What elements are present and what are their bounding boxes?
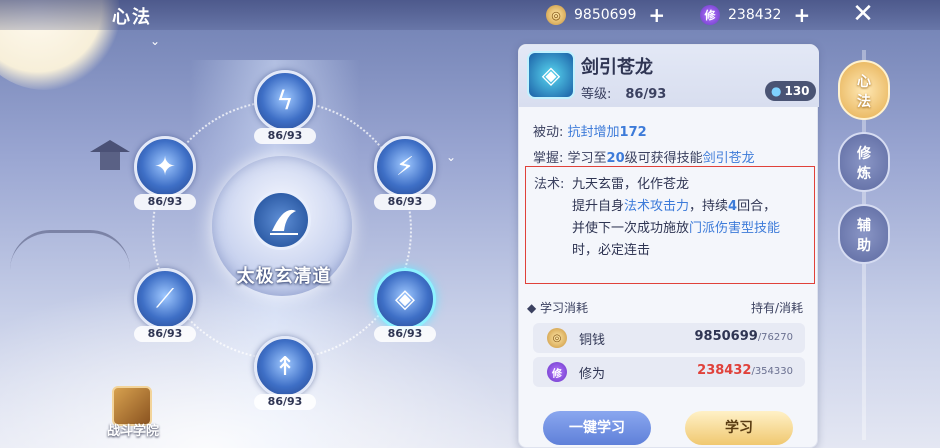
passive-text: 抗封增加 <box>567 125 620 140</box>
skill-name: 剑引苍龙 <box>581 57 653 78</box>
learning-cost-label: 学习消耗 <box>540 301 589 315</box>
have-cost-header: 持有/消耗 <box>750 301 803 315</box>
copper-amount: 9850699/76270 <box>694 329 793 344</box>
spell-text: ，持续 <box>689 199 729 214</box>
skill-node-bottom[interactable]: ↟ <box>254 336 316 398</box>
master-skill-link[interactable]: 剑引苍龙 <box>703 151 755 166</box>
bird-icon: ⌄ <box>150 34 161 48</box>
spell-text: 回合， <box>737 199 777 214</box>
cultivation-value: 238432 <box>728 7 782 23</box>
lightning-pillar-icon: ⚡ <box>395 152 415 182</box>
cultivation-need: /354330 <box>751 366 793 377</box>
spell-duration: 4 <box>728 199 738 214</box>
skill-cost-value: 130 <box>784 84 810 98</box>
slash-icon: ⟋ <box>155 283 175 314</box>
school-emblem-icon <box>251 190 311 250</box>
skill-node-upper-left[interactable]: ✦ <box>134 136 196 198</box>
cultivation-icon: 修 <box>700 5 720 25</box>
copper-coin-icon: ◎ <box>546 5 566 25</box>
cultivation-cost-row: 修 修为 238432/354330 <box>533 357 805 387</box>
tab-xiulian[interactable]: 修炼 <box>838 132 890 192</box>
spell-text: 提升自身 <box>572 199 625 214</box>
tab-label: 心法 <box>857 74 871 110</box>
cultivation-icon: 修 <box>547 362 567 382</box>
add-cultivation-button[interactable]: + <box>793 5 810 25</box>
sword-strike-icon: ↟ <box>274 352 296 382</box>
copper-value: 9850699 <box>574 7 637 23</box>
copper-cost-row: ◎ 铜钱 9850699/76270 <box>533 323 805 353</box>
skill-node-level: 86/93 <box>134 194 196 210</box>
skill-detail-panel: ◈ 剑引苍龙 等级: 86/93 ● 130 被动: 抗封增加172 掌握: 学习至… <box>518 44 819 448</box>
top-bar: 心法 ◎ 9850699 + 修 238432 + ✕ <box>0 0 940 30</box>
skill-node-lower-left[interactable]: ⟋ <box>134 268 196 330</box>
skill-node-level: 86/93 <box>374 194 436 210</box>
spell-label: 法术: <box>534 177 565 192</box>
school-name: 太极玄清道 <box>236 266 332 287</box>
copper-label: 铜钱 <box>579 333 606 348</box>
learning-cost-title: ◆ 学习消耗 <box>527 301 589 315</box>
skill-node-level: 86/93 <box>374 326 436 342</box>
spell-description-box: 法术: 九天玄雷，化作苍龙 提升自身法术攻击力，持续4回合， 并使下一次成功施放… <box>525 166 815 284</box>
cultivation-amount: 238432/354330 <box>697 363 793 378</box>
cultivation-have: 238432 <box>697 363 752 378</box>
passive-value: 172 <box>619 125 647 140</box>
passive-row: 被动: 抗封增加172 <box>533 121 647 140</box>
spell-line-2: 提升自身法术攻击力，持续4回合， <box>572 195 776 214</box>
skill-node-level: 86/93 <box>134 326 196 342</box>
learn-button[interactable]: 学习 <box>685 411 793 445</box>
spell-line-4: 时，必定连击 <box>572 243 651 258</box>
quick-learn-button[interactable]: 一键学习 <box>543 411 651 445</box>
master-text-1: 学习至 <box>567 151 607 166</box>
cultivation-display: 修 238432 + <box>700 4 810 26</box>
cultivation-label: 修为 <box>579 367 606 382</box>
dragon-sword-icon: ◈ <box>395 284 415 314</box>
close-button[interactable]: ✕ <box>846 0 880 29</box>
skill-header: ◈ 剑引苍龙 等级: 86/93 ● 130 <box>519 45 819 107</box>
passive-label: 被动: <box>533 125 564 140</box>
bird-icon: ⌄ <box>446 150 457 164</box>
skill-icon: ◈ <box>527 51 575 99</box>
master-row: 掌握: 学习至20级可获得技能剑引苍龙 <box>533 147 755 166</box>
skill-node-level: 86/93 <box>254 394 316 410</box>
bridge-decoration <box>10 230 130 270</box>
tab-label: 辅助 <box>857 218 871 254</box>
skill-grade: 等级: 86/93 <box>581 83 666 102</box>
copper-display: ◎ 9850699 + <box>546 4 665 26</box>
battle-academy-button[interactable]: 战斗学院 <box>98 386 168 446</box>
master-text-2: 级可获得技能 <box>624 151 703 166</box>
skill-node-upper-right[interactable]: ⚡ <box>374 136 436 198</box>
copper-have: 9850699 <box>694 329 758 344</box>
tab-fuzhu[interactable]: 辅助 <box>838 204 890 264</box>
spell-text: 并使下一次成功施放 <box>572 221 690 236</box>
lightning-icon: ϟ <box>276 86 294 116</box>
skill-node-lower-right-selected[interactable]: ◈ <box>374 268 436 330</box>
add-copper-button[interactable]: + <box>648 5 665 25</box>
battle-academy-label: 战斗学院 <box>106 424 159 439</box>
spell-line-3: 并使下一次成功施放门派伤害型技能 <box>572 217 780 236</box>
tab-label: 修炼 <box>857 146 871 182</box>
spell-highlight: 法术攻击力 <box>624 199 690 214</box>
tab-xinfa[interactable]: 心法 <box>838 60 890 120</box>
grade-value: 86/93 <box>625 87 667 102</box>
page-title: 心法 <box>112 7 152 28</box>
master-label: 掌握: <box>533 151 564 166</box>
master-level: 20 <box>606 151 625 166</box>
copper-coin-icon: ◎ <box>547 328 567 348</box>
copper-need: /76270 <box>757 332 793 343</box>
close-icon: ✕ <box>852 0 874 29</box>
constellation-icon: ✦ <box>154 152 176 182</box>
skill-node-level: 86/93 <box>254 128 316 144</box>
pavilion-decoration <box>90 140 130 180</box>
grade-label: 等级: <box>581 87 612 102</box>
skill-cost-badge: ● 130 <box>765 81 816 101</box>
water-drop-icon: ● <box>771 84 782 98</box>
skill-node-top[interactable]: ϟ <box>254 70 316 132</box>
spell-highlight: 门派伤害型技能 <box>689 221 781 236</box>
spell-line-1: 九天玄雷，化作苍龙 <box>572 177 690 192</box>
